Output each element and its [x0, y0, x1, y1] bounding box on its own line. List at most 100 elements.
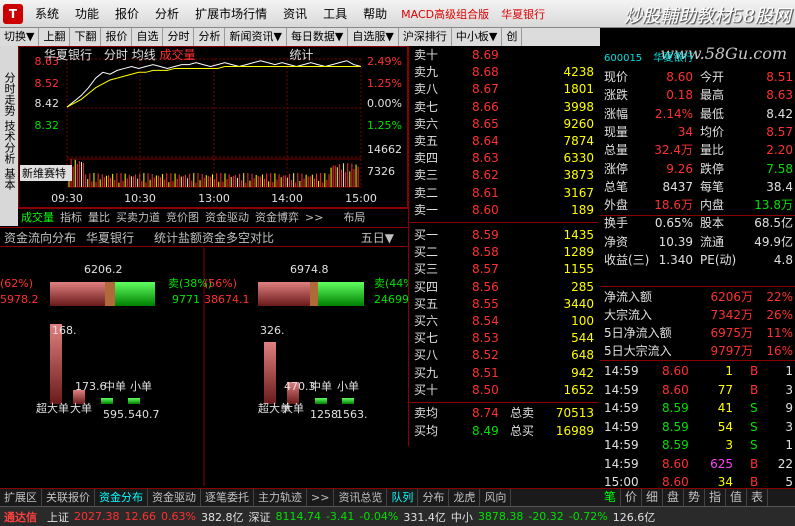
ob-buy-row[interactable]: 买九 8.51 942	[410, 364, 598, 382]
flow-period[interactable]: 五日▼	[361, 229, 394, 246]
left-buy-pct: (62%)	[0, 277, 33, 290]
btab-news[interactable]: 资讯总览	[334, 489, 388, 506]
ob-volume: 544	[571, 331, 594, 346]
tab-auction[interactable]: 竞价图	[163, 209, 202, 226]
right-m-val: 1258	[310, 408, 338, 421]
tick-row: 14:59 8.60 1 B 1	[604, 364, 793, 378]
tb-intraday[interactable]: 分时	[163, 28, 195, 46]
ob-price: 8.62	[472, 168, 499, 183]
tb-smeboard[interactable]: 中小板▼	[452, 28, 503, 46]
menu-stock-name[interactable]: 华夏银行	[501, 6, 545, 22]
ob-buy-row[interactable]: 买七 8.53 544	[410, 329, 598, 347]
ob-buy-row[interactable]: 买一 8.59 1435	[410, 226, 598, 244]
btab-capital-dist[interactable]: 资金分布	[95, 489, 148, 506]
sz-label[interactable]: 深证	[248, 509, 270, 525]
tab-capital-game[interactable]: 资金博弈	[252, 209, 302, 226]
ob-sell-row[interactable]: 卖五 8.64 7874	[410, 132, 598, 150]
side-tab-technical[interactable]: 技术分析	[2, 120, 16, 164]
time-tick-label: 10:30	[124, 192, 156, 205]
ob-sell-row[interactable]: 卖三 8.62 3873	[410, 166, 598, 184]
btab-main-trace[interactable]: 主力轨迹	[254, 489, 307, 506]
btab-wind[interactable]: 风向	[480, 489, 512, 506]
ob-buy-row[interactable]: 买六 8.54 100	[410, 312, 598, 330]
ob-buy-row[interactable]: 买十 8.50 1652	[410, 381, 598, 399]
intraday-chart[interactable]: 8.63 8.52 8.42 8.32 2.49% 1.25% 0.00% 1.25% 1466…	[18, 46, 408, 208]
menu-analysis[interactable]: 分析	[155, 5, 179, 22]
menu-function[interactable]: 功能	[75, 5, 99, 22]
tab-volume[interactable]: 成交量	[18, 209, 57, 226]
ob-sell-row[interactable]: 卖六 8.65 9260	[410, 115, 598, 133]
btab-queue[interactable]: 队列	[387, 489, 419, 506]
menu-help[interactable]: 帮助	[363, 5, 387, 22]
ob-price: 8.60	[472, 202, 499, 217]
zx-label[interactable]: 中小	[451, 509, 473, 525]
tab-indicator[interactable]: 指标	[57, 209, 85, 226]
rtab-tick[interactable]: 笔	[600, 489, 621, 506]
right-xl-val: 326.	[260, 324, 285, 337]
tb-pagedown[interactable]: 下翻	[70, 28, 102, 46]
rtab-board[interactable]: 盘	[663, 489, 684, 506]
ob-sell-row[interactable]: 卖七 8.66 3998	[410, 98, 598, 116]
menu-system[interactable]: 系统	[35, 5, 59, 22]
btab-more[interactable]: >>	[307, 489, 335, 506]
rtab-detail[interactable]: 细	[642, 489, 663, 506]
rtab-index[interactable]: 指	[705, 489, 726, 506]
side-tab-intraday[interactable]: 分时走势	[2, 72, 16, 116]
sh-label[interactable]: 上证	[47, 509, 69, 525]
tab-more[interactable]: >>	[302, 209, 326, 226]
tab-force[interactable]: 买卖力道	[113, 209, 163, 226]
ob-price: 8.61	[472, 185, 499, 200]
rtab-value[interactable]: 值	[726, 489, 747, 506]
tb-news[interactable]: 新闻资讯▼	[225, 28, 287, 46]
quote-row: 外盘 18.6万 内盘 13.8万	[604, 198, 793, 213]
btab-orders[interactable]: 逐笔委托	[201, 489, 254, 506]
side-tab-fundamental[interactable]: 基本	[2, 168, 16, 190]
flow-header: 资金流向分布 华夏银行 统计盐额 资金多空对比 五日▼	[0, 227, 408, 247]
ob-buy-row[interactable]: 买四 8.56 285	[410, 278, 598, 296]
menu-quote[interactable]: 报价	[115, 5, 139, 22]
rtab-table[interactable]: 表	[747, 489, 768, 506]
tb-chuang[interactable]: 创	[502, 28, 523, 46]
status-bar: 通达信 上证 2027.38 12.66 0.63% 382.8亿 深证 811…	[0, 506, 795, 526]
ob-sell-row[interactable]: 卖八 8.67 1801	[410, 80, 598, 98]
tb-pageup[interactable]: 上翻	[39, 28, 71, 46]
ob-buy-row[interactable]: 买三 8.57 1155	[410, 260, 598, 278]
flow-duikong[interactable]: 资金多空对比	[202, 229, 274, 246]
ob-sell-row[interactable]: 卖二 8.61 3167	[410, 184, 598, 202]
flow-stat[interactable]: 统计盐额	[154, 229, 202, 246]
chart-stat[interactable]: 统计	[289, 48, 313, 62]
rtab-price[interactable]: 价	[621, 489, 642, 506]
tb-ranking[interactable]: 沪深排行	[399, 28, 452, 46]
btab-capital-drive[interactable]: 资金驱动	[148, 489, 201, 506]
left-s-label: 小单	[130, 380, 152, 393]
ob-sell-row[interactable]: 卖九 8.68 4238	[410, 63, 598, 81]
brand-label: 通达信	[4, 510, 37, 524]
menu-macd[interactable]: MACD高级组合版	[401, 6, 489, 22]
menu-ext-market[interactable]: 扩展市场行情	[195, 5, 267, 22]
tb-analysis[interactable]: 分析	[194, 28, 226, 46]
tab-vol-ratio[interactable]: 量比	[85, 209, 113, 226]
layout-button[interactable]: 布局	[340, 209, 368, 226]
tb-watchlist[interactable]: 自选	[132, 28, 164, 46]
tb-selfserve[interactable]: 自选服▼	[348, 28, 399, 46]
menu-tools[interactable]: 工具	[323, 5, 347, 22]
menu-news[interactable]: 资讯	[283, 5, 307, 22]
tab-capital-drive[interactable]: 资金驱动	[202, 209, 252, 226]
ob-sell-row[interactable]: 卖十 8.69	[410, 46, 598, 64]
left-m-label: 中单	[104, 380, 126, 393]
ob-buy-row[interactable]: 买二 8.58 1289	[410, 243, 598, 261]
ob-sell-row[interactable]: 卖一 8.60 189	[410, 201, 598, 219]
right-buy-bar	[258, 282, 318, 306]
btab-related[interactable]: 关联报价	[42, 489, 95, 506]
tb-switch[interactable]: 切换▼	[0, 28, 40, 46]
vol-tick-label: 14662	[367, 143, 402, 156]
ob-sell-row[interactable]: 卖四 8.63 6330	[410, 149, 598, 167]
tb-daily[interactable]: 每日数据▼	[287, 28, 349, 46]
ob-buy-row[interactable]: 买八 8.52 648	[410, 346, 598, 364]
tb-quote[interactable]: 报价	[101, 28, 133, 46]
btab-ext[interactable]: 扩展区	[0, 489, 42, 506]
btab-dist[interactable]: 分布	[418, 489, 450, 506]
ob-buy-row[interactable]: 买五 8.55 3440	[410, 295, 598, 313]
btab-dragon[interactable]: 龙虎	[449, 489, 481, 506]
rtab-trend[interactable]: 势	[684, 489, 705, 506]
